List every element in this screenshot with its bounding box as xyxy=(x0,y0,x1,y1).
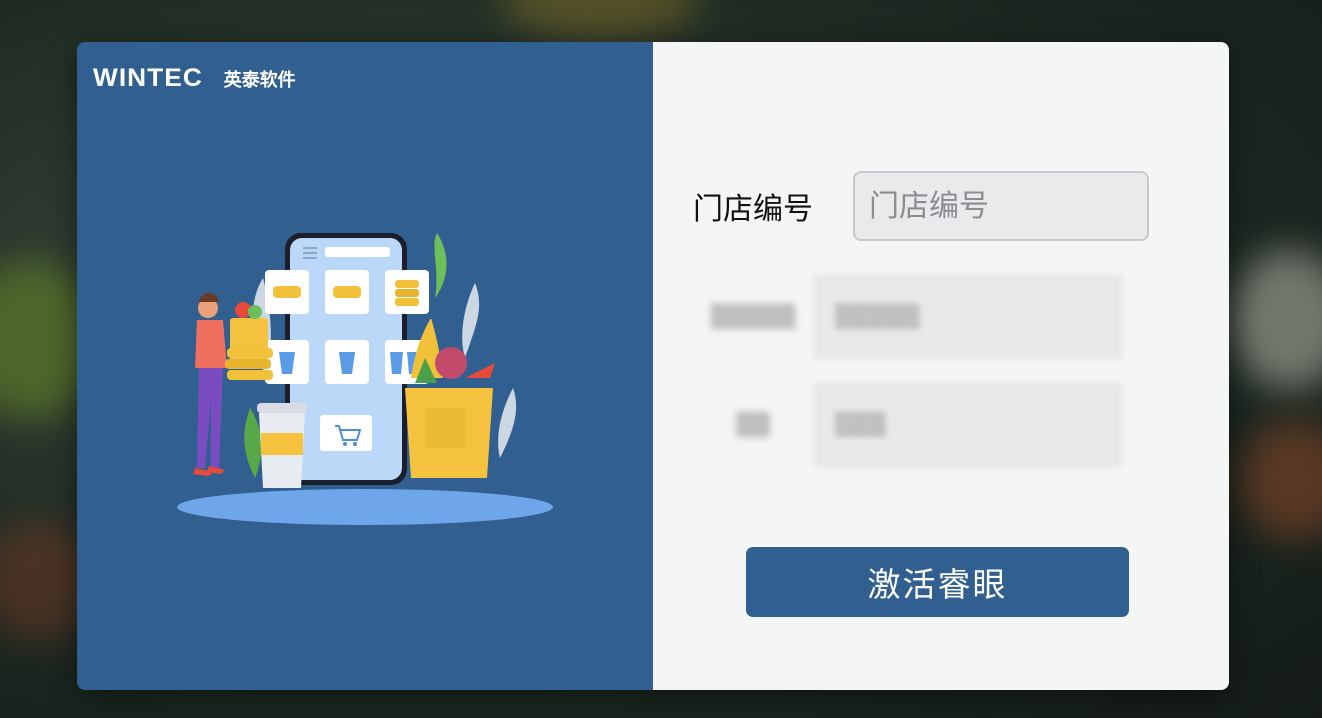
background-produce xyxy=(500,0,700,40)
product-card-bread xyxy=(265,270,309,314)
redacted-field-value-2: ▒▒▒ xyxy=(835,412,886,438)
ground-shadow xyxy=(177,489,553,525)
brand-header: WINTEC 英泰软件 xyxy=(93,64,296,93)
shopper-figure xyxy=(193,293,227,476)
brand-panel: WINTEC 英泰软件 xyxy=(77,42,653,690)
wintec-logo: WINTEC xyxy=(93,64,203,92)
background-produce xyxy=(1240,420,1322,540)
leaf-decoration xyxy=(244,408,262,478)
redacted-field-input-2[interactable]: ▒▒▒ xyxy=(813,382,1123,468)
shopping-app-illustration xyxy=(177,233,553,525)
store-number-input[interactable] xyxy=(853,171,1149,241)
background-produce xyxy=(1230,250,1322,390)
bread-stack xyxy=(225,348,273,380)
product-card-cup xyxy=(325,340,369,384)
store-number-row: 门店编号 xyxy=(693,171,1149,241)
brand-name: 英泰软件 xyxy=(223,69,296,91)
store-number-label: 门店编号 xyxy=(693,192,813,227)
product-card-bread-stack xyxy=(385,270,429,314)
coffee-cup xyxy=(257,403,307,488)
product-card-bread xyxy=(325,270,369,314)
redacted-field-row: ▒▒▒▒▒ ▒▒▒▒▒ xyxy=(693,274,1123,360)
leaf-decoration xyxy=(434,233,447,298)
redacted-field-label: ▒▒▒▒▒ xyxy=(710,304,796,330)
cart-icon xyxy=(320,415,372,451)
redacted-field-label-2: ▒▒ xyxy=(736,412,770,438)
redacted-field-row-2: ▒▒ ▒▒▒ xyxy=(693,382,1123,468)
phone-header-bar xyxy=(325,247,390,257)
activate-button[interactable]: 激活睿眼 xyxy=(746,547,1129,617)
activation-form: 门店编号 ▒▒▒▒▒ ▒▒▒▒▒ ▒▒ ▒▒▒ 激活睿眼 xyxy=(653,42,1229,690)
activation-dialog: WINTEC 英泰软件 门店编号 门店编号 ▒▒▒▒▒ ▒▒▒▒▒ ▒▒ ▒▒▒… xyxy=(77,42,1229,690)
redacted-field-value: ▒▒▒▒▒ xyxy=(835,304,920,330)
redacted-field-input[interactable]: ▒▒▒▒▒ xyxy=(813,274,1123,360)
